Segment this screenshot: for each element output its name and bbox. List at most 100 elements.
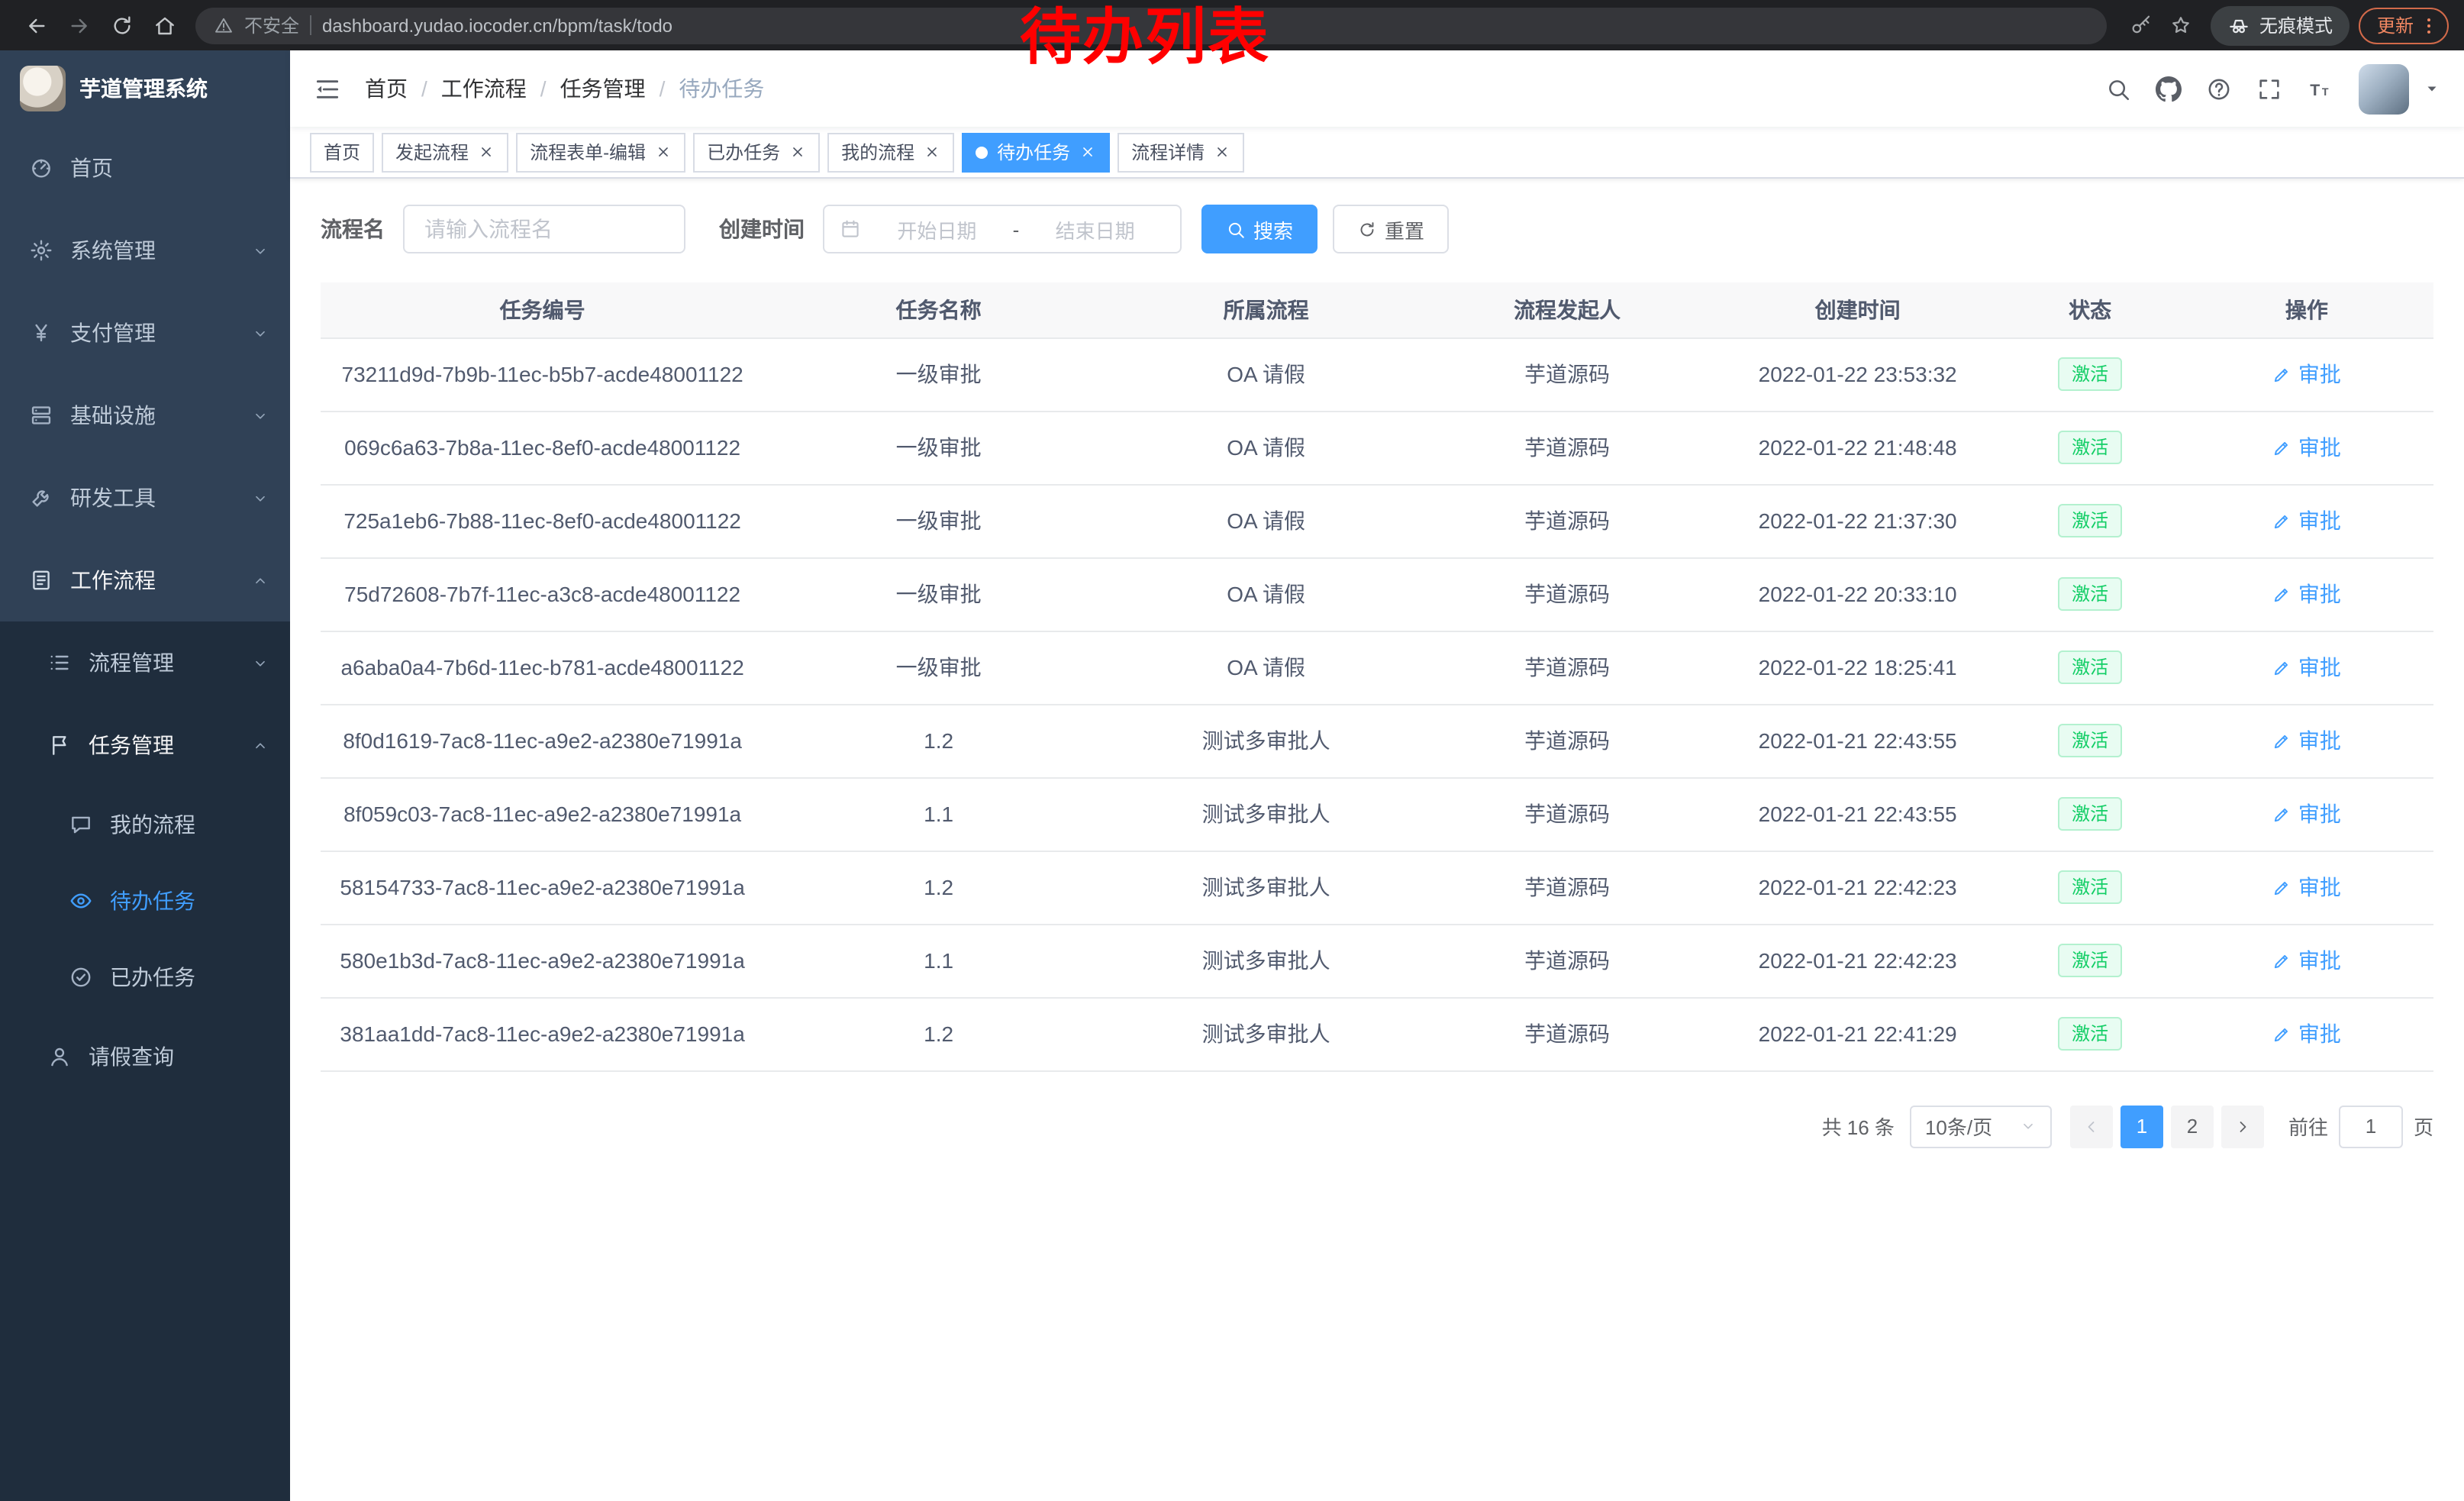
sidebar-item-system-mgmt[interactable]: 系统管理 bbox=[0, 209, 290, 292]
sidebar-item-payment-mgmt[interactable]: 支付管理 bbox=[0, 292, 290, 374]
dashboard-icon bbox=[29, 156, 53, 180]
browser-forward-button[interactable] bbox=[58, 4, 101, 47]
close-icon[interactable] bbox=[1214, 144, 1230, 160]
approve-link[interactable]: 审批 bbox=[2272, 359, 2341, 389]
sidebar-toggle-icon[interactable] bbox=[313, 74, 342, 103]
close-icon[interactable] bbox=[1079, 144, 1096, 160]
edit-icon bbox=[2272, 364, 2292, 384]
chevron-down-icon bbox=[252, 242, 269, 259]
not-secure-label[interactable]: 不安全 bbox=[244, 12, 299, 38]
sidebar-item-infrastructure[interactable]: 基础设施 bbox=[0, 374, 290, 457]
update-chip[interactable]: 更新 bbox=[2359, 7, 2449, 44]
search-icon[interactable] bbox=[2098, 69, 2137, 108]
sidebar-item-process-mgmt[interactable]: 流程管理 bbox=[0, 621, 290, 704]
approve-link-label: 审批 bbox=[2298, 359, 2341, 389]
sidebar-item-leave-query[interactable]: 请假查询 bbox=[0, 1015, 290, 1098]
breadcrumb-item[interactable]: 任务管理 bbox=[560, 73, 646, 104]
incognito-badge[interactable]: 无痕模式 bbox=[2211, 5, 2350, 45]
page-size-select[interactable]: 10条/页 bbox=[1910, 1105, 2052, 1148]
approve-link-label: 审批 bbox=[2298, 725, 2341, 756]
sidebar-item-dev-tools[interactable]: 研发工具 bbox=[0, 457, 290, 539]
sidebar-item-home[interactable]: 首页 bbox=[0, 127, 290, 209]
action-cell: 审批 bbox=[2180, 411, 2433, 484]
menu-label: 支付管理 bbox=[70, 318, 156, 348]
process-name-label: 流程名 bbox=[321, 214, 385, 244]
sidebar-item-task-mgmt[interactable]: 任务管理 bbox=[0, 704, 290, 786]
svg-text:T: T bbox=[2321, 86, 2328, 98]
initiator-cell: 芋道源码 bbox=[1419, 997, 1715, 1070]
search-button[interactable]: 搜索 bbox=[1201, 205, 1317, 253]
url-text[interactable]: dashboard.yudao.iocoder.cn/bpm/task/todo bbox=[322, 15, 672, 36]
eye-icon bbox=[69, 889, 93, 913]
process-name-input[interactable] bbox=[403, 205, 685, 253]
fullscreen-icon[interactable] bbox=[2249, 69, 2288, 108]
tab-item-4[interactable]: 我的流程 bbox=[827, 132, 954, 172]
tab-item-5[interactable]: 待办任务 bbox=[962, 132, 1110, 172]
start-date-placeholder[interactable]: 开始日期 bbox=[867, 215, 1007, 244]
breadcrumb-item[interactable]: 首页 bbox=[365, 73, 408, 104]
task-id-cell: 069c6a63-7b8a-11ec-8ef0-acde48001122 bbox=[321, 411, 764, 484]
tab-item-3[interactable]: 已办任务 bbox=[693, 132, 820, 172]
search-button-label: 搜索 bbox=[1253, 215, 1293, 244]
close-icon[interactable] bbox=[789, 144, 806, 160]
svg-text:T: T bbox=[2309, 80, 2319, 98]
browser-home-button[interactable] bbox=[144, 4, 186, 47]
not-secure-icon[interactable] bbox=[214, 15, 234, 35]
page-button-1[interactable]: 1 bbox=[2121, 1105, 2163, 1148]
edit-icon bbox=[2272, 437, 2292, 457]
sidebar-item-done-tasks[interactable]: 已办任务 bbox=[0, 939, 290, 1015]
close-icon[interactable] bbox=[655, 144, 672, 160]
github-icon[interactable] bbox=[2148, 69, 2188, 108]
star-icon[interactable] bbox=[2162, 5, 2201, 45]
tab-item-6[interactable]: 流程详情 bbox=[1118, 132, 1244, 172]
approve-link[interactable]: 审批 bbox=[2272, 652, 2341, 683]
font-size-icon[interactable]: TT bbox=[2299, 69, 2339, 108]
end-date-placeholder[interactable]: 结束日期 bbox=[1025, 215, 1165, 244]
approve-link[interactable]: 审批 bbox=[2272, 725, 2341, 756]
approve-link[interactable]: 审批 bbox=[2272, 579, 2341, 609]
approve-link[interactable]: 审批 bbox=[2272, 799, 2341, 829]
prev-page-button[interactable] bbox=[2070, 1105, 2113, 1148]
task-name-cell: 一级审批 bbox=[764, 411, 1113, 484]
create-time-cell: 2022-01-21 22:43:55 bbox=[1715, 777, 2001, 851]
approve-link[interactable]: 审批 bbox=[2272, 1018, 2341, 1049]
page-size-value: 10条/页 bbox=[1925, 1112, 1992, 1141]
approve-link[interactable]: 审批 bbox=[2272, 505, 2341, 536]
chevron-left-icon bbox=[2082, 1117, 2101, 1135]
browser-back-button[interactable] bbox=[15, 4, 58, 47]
approve-link[interactable]: 审批 bbox=[2272, 945, 2341, 976]
avatar-caret-icon[interactable] bbox=[2423, 79, 2441, 98]
tab-item-2[interactable]: 流程表单-编辑 bbox=[516, 132, 685, 172]
sidebar-item-todo-tasks[interactable]: 待办任务 bbox=[0, 863, 290, 939]
menu-label: 工作流程 bbox=[70, 565, 156, 596]
menu-label: 基础设施 bbox=[70, 400, 156, 431]
total-count: 共 16 条 bbox=[1822, 1112, 1895, 1141]
close-icon[interactable] bbox=[478, 144, 495, 160]
key-icon[interactable] bbox=[2122, 5, 2162, 45]
approve-link[interactable]: 审批 bbox=[2272, 432, 2341, 463]
task-id-cell: 73211d9d-7b9b-11ec-b5b7-acde48001122 bbox=[321, 337, 764, 411]
action-cell: 审批 bbox=[2180, 557, 2433, 631]
menu-dots-icon[interactable] bbox=[2418, 15, 2440, 36]
tab-item-0[interactable]: 首页 bbox=[310, 132, 374, 172]
goto-page-input[interactable] bbox=[2339, 1105, 2403, 1148]
date-range-picker[interactable]: 开始日期 - 结束日期 bbox=[823, 205, 1182, 253]
close-icon[interactable] bbox=[924, 144, 940, 160]
active-tab-dot bbox=[976, 146, 988, 158]
next-page-button[interactable] bbox=[2221, 1105, 2264, 1148]
reset-button[interactable]: 重置 bbox=[1333, 205, 1449, 253]
task-id-cell: 75d72608-7b7f-11ec-a3c8-acde48001122 bbox=[321, 557, 764, 631]
tab-item-1[interactable]: 发起流程 bbox=[382, 132, 508, 172]
breadcrumb-item[interactable]: 工作流程 bbox=[441, 73, 527, 104]
browser-reload-button[interactable] bbox=[101, 4, 144, 47]
help-icon[interactable] bbox=[2198, 69, 2238, 108]
infra-icon bbox=[29, 403, 53, 428]
chevron-right-icon bbox=[2233, 1117, 2252, 1135]
process-cell: OA 请假 bbox=[1113, 557, 1419, 631]
avatar[interactable] bbox=[2359, 63, 2409, 114]
page-button-2[interactable]: 2 bbox=[2171, 1105, 2214, 1148]
sidebar-item-workflow[interactable]: 工作流程 bbox=[0, 539, 290, 621]
sidebar-item-my-process[interactable]: 我的流程 bbox=[0, 786, 290, 863]
approve-link[interactable]: 审批 bbox=[2272, 872, 2341, 902]
address-bar[interactable]: 不安全 dashboard.yudao.iocoder.cn/bpm/task/… bbox=[195, 7, 2107, 44]
